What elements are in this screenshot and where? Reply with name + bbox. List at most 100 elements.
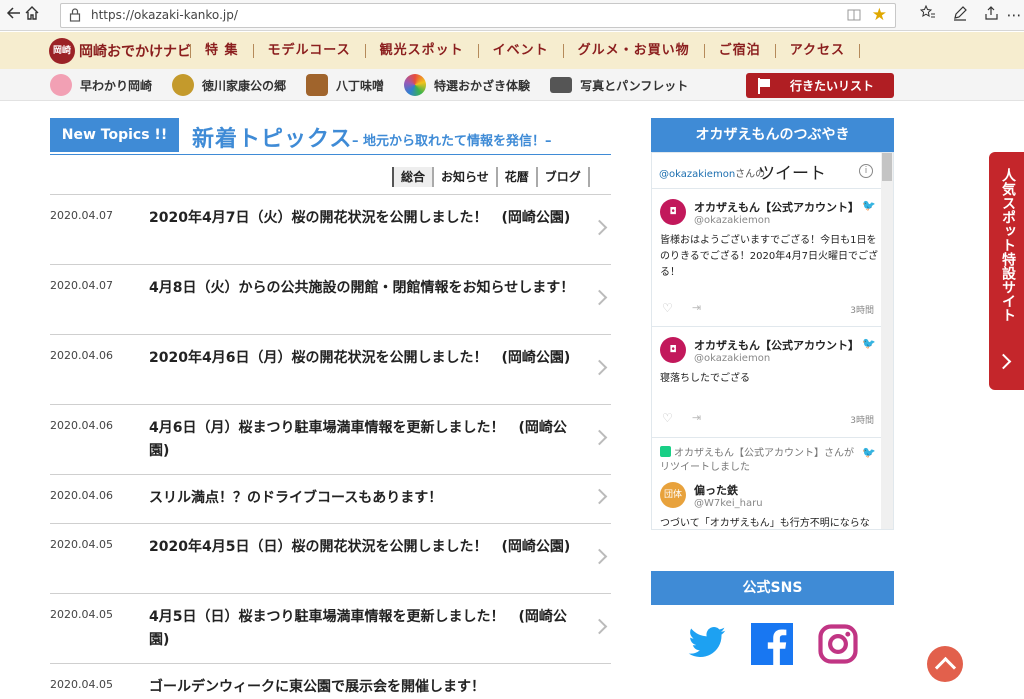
subnav-label: 特選おかざき体験 — [434, 78, 531, 93]
tweet-author[interactable]: オカザえもん【公式アカウント】 — [694, 337, 859, 353]
news-item[interactable]: 2020.04.05 ゴールデンウィークに東公園で展示会を開催します！ — [50, 663, 611, 695]
scrollbar[interactable] — [881, 153, 893, 529]
tab-blog[interactable]: ブログ — [538, 167, 590, 187]
tab-flower-calendar[interactable]: 花暦 — [498, 167, 538, 187]
topics-subtitle: – 地元から取れたて情報を発信！– — [352, 134, 552, 149]
news-item[interactable]: 2020.04.05 4月5日（日）桜まつり駐車場満車情報を更新しました！ (岡… — [50, 593, 611, 663]
popular-spots-side-tab[interactable]: 人気スポット特設サイト — [989, 152, 1024, 390]
news-title[interactable]: 4月6日（月）桜まつり駐車場満車情報を更新しました！ (岡崎公園) — [149, 417, 577, 463]
tweet-username[interactable]: @okazakiemon — [694, 215, 770, 226]
tweet-time[interactable]: 3時間 — [850, 413, 874, 426]
subnav-label: 早わかり岡崎 — [80, 78, 153, 93]
logo-seal-icon: 岡崎 — [49, 38, 75, 64]
tweet-author[interactable]: オカザえもん【公式アカウント】 — [694, 199, 859, 215]
heart-icon[interactable]: ♡ — [662, 301, 673, 315]
favorites-list-icon[interactable] — [918, 4, 938, 25]
news-item[interactable]: 2020.04.06 2020年4月6日（月）桜の開花状況を公開しました！ (岡… — [50, 334, 611, 404]
news-item[interactable]: 2020.04.06 4月6日（月）桜まつり駐車場満車情報を更新しました！ (岡… — [50, 404, 611, 474]
subnav-label: 写真とパンフレット — [580, 78, 689, 93]
subnav-quick-guide[interactable]: 早わかり岡崎 — [50, 74, 152, 96]
news-date: 2020.04.07 — [50, 279, 113, 292]
nav-item-sightseeing[interactable]: 観光スポット — [364, 43, 478, 58]
news-item[interactable]: 2020.04.05 2020年4月5日（日）桜の開花状況を公開しました！ (岡… — [50, 523, 611, 593]
nav-item-gourmet[interactable]: グルメ・お買い物 — [562, 43, 704, 58]
news-title[interactable]: 4月5日（日）桜まつり駐車場満車情報を更新しました！ (岡崎公園) — [149, 606, 577, 652]
more-menu-icon[interactable]: ⋯ — [1004, 5, 1024, 25]
twitter-bird-icon: 🐦 — [862, 337, 876, 350]
subnav-photos[interactable]: 写真とパンフレット — [550, 77, 688, 94]
tab-notices[interactable]: お知らせ — [434, 167, 498, 187]
news-title[interactable]: 4月8日（火）からの公共施設の開館・閉館情報をお知らせします！ — [149, 277, 577, 300]
tweet[interactable]: ◘ オカザえもん【公式アカウント】 @okazakiemon 🐦 皆様おはようご… — [652, 189, 882, 327]
timeline-header: @okazakiemonさんの ツイート i — [652, 153, 893, 189]
timeline-handle[interactable]: @okazakiemonさんの — [659, 165, 765, 180]
tweet-time[interactable]: 3時間 — [850, 303, 874, 316]
back-arrow-icon[interactable] — [4, 5, 24, 25]
subnav-experience[interactable]: 特選おかざき体験 — [404, 74, 530, 96]
tweet-text: 寝落ちしたでござる — [660, 373, 750, 384]
address-bar[interactable]: https://okazaki-kanko.jp/ ★ — [60, 3, 896, 28]
topics-filter-tabs: 総合 お知らせ 花暦 ブログ — [392, 167, 590, 187]
reading-view-icon[interactable] — [847, 7, 861, 26]
subnav-ieyasu[interactable]: 徳川家康公の郷 — [172, 74, 286, 96]
wishlist-button[interactable]: 行きたいリスト — [746, 73, 894, 98]
share-icon[interactable]: ⇥ — [692, 301, 701, 314]
nav-item-feature[interactable]: 特 集 — [190, 43, 253, 58]
divider — [50, 154, 611, 155]
pen-icon[interactable] — [950, 5, 970, 25]
news-title[interactable]: スリル満点！？のドライブコースもあります！ — [149, 487, 577, 510]
new-topics-badge: New Topics !! — [50, 118, 179, 152]
news-item[interactable]: 2020.04.07 4月8日（火）からの公共施設の開館・閉館情報をお知らせしま… — [50, 264, 611, 334]
avatar[interactable]: 団体 — [660, 482, 686, 508]
news-title[interactable]: 2020年4月7日（火）桜の開花状況を公開しました！ (岡崎公園) — [149, 207, 577, 230]
nav-item-model-course[interactable]: モデルコース — [252, 43, 365, 58]
news-date: 2020.04.05 — [50, 538, 113, 551]
tweet[interactable]: ◘ オカザえもん【公式アカウント】 @okazakiemon 🐦 寝落ちしたでご… — [652, 327, 882, 438]
favorite-star-icon[interactable]: ★ — [872, 5, 887, 25]
heart-icon[interactable]: ♡ — [662, 411, 673, 425]
subnav-label: 徳川家康公の郷 — [202, 78, 287, 93]
nav-item-access[interactable]: アクセス — [774, 43, 859, 58]
tweet-username[interactable]: @okazakiemon — [694, 353, 770, 364]
instagram-icon[interactable] — [817, 623, 859, 669]
retweet-icon — [660, 446, 671, 457]
scrollbar-thumb[interactable] — [882, 153, 892, 181]
share-icon[interactable]: ⇥ — [692, 411, 701, 424]
chevron-right-icon — [591, 359, 608, 375]
news-title[interactable]: 2020年4月6日（月）桜の開花状況を公開しました！ (岡崎公園) — [149, 347, 577, 370]
subnav-hatcho-miso[interactable]: 八丁味噌 — [306, 74, 384, 96]
scroll-to-top-button[interactable] — [927, 646, 963, 682]
avatar[interactable]: ◘ — [660, 337, 686, 363]
news-item[interactable]: 2020.04.06 スリル満点！？のドライブコースもあります！ — [50, 474, 611, 523]
avatar[interactable]: ◘ — [660, 199, 686, 225]
news-item[interactable]: 2020.04.07 2020年4月7日（火）桜の開花状況を公開しました！ (岡… — [50, 194, 611, 264]
news-title[interactable]: ゴールデンウィークに東公園で展示会を開催します！ — [149, 676, 577, 699]
tab-all[interactable]: 総合 — [394, 167, 435, 187]
nav-item-events[interactable]: イベント — [477, 43, 563, 58]
news-date: 2020.04.06 — [50, 489, 113, 502]
news-date: 2020.04.05 — [50, 678, 113, 691]
info-icon[interactable]: i — [859, 164, 873, 178]
site-logo[interactable]: 岡崎 岡崎おでかけナビ — [49, 37, 191, 65]
url-text: https://okazaki-kanko.jp/ — [91, 8, 238, 22]
twitter-bird-icon: 🐦 — [862, 199, 876, 212]
handle-text: @okazakiemon — [659, 169, 736, 180]
news-date: 2020.04.06 — [50, 349, 113, 362]
retweet-notice: オカザえもん【公式アカウント】さんがリツイートしました — [660, 446, 860, 475]
tweet-author[interactable]: 偏った鉄 — [694, 482, 738, 498]
nav-item-stay[interactable]: ご宿泊 — [703, 43, 775, 58]
retweet-text: オカザえもん【公式アカウント】さんがリツイートしました — [660, 448, 854, 473]
logo-text: 岡崎おでかけナビ — [79, 44, 191, 60]
retweet[interactable]: オカザえもん【公式アカウント】さんがリツイートしました 🐦 団体 偏った鉄 @W… — [652, 438, 882, 529]
flag-icon — [758, 77, 772, 94]
colorful-wheel-icon — [404, 74, 427, 96]
twitter-icon[interactable] — [685, 623, 729, 667]
chevron-right-icon — [591, 488, 608, 505]
home-icon[interactable] — [22, 5, 42, 25]
sub-navigation: 早わかり岡崎 徳川家康公の郷 八丁味噌 特選おかざき体験 写真とパンフレット 行… — [0, 69, 1024, 101]
facebook-icon[interactable] — [751, 623, 793, 669]
share-icon[interactable] — [982, 5, 1002, 25]
tweet-username[interactable]: @W7kei_haru — [694, 498, 763, 509]
tweet-text: 皆様おはようございますでござる！今日も1日をのりきるでござる！2020年4月7日… — [660, 235, 878, 278]
news-title[interactable]: 2020年4月5日（日）桜の開花状況を公開しました！ (岡崎公園) — [149, 536, 577, 559]
